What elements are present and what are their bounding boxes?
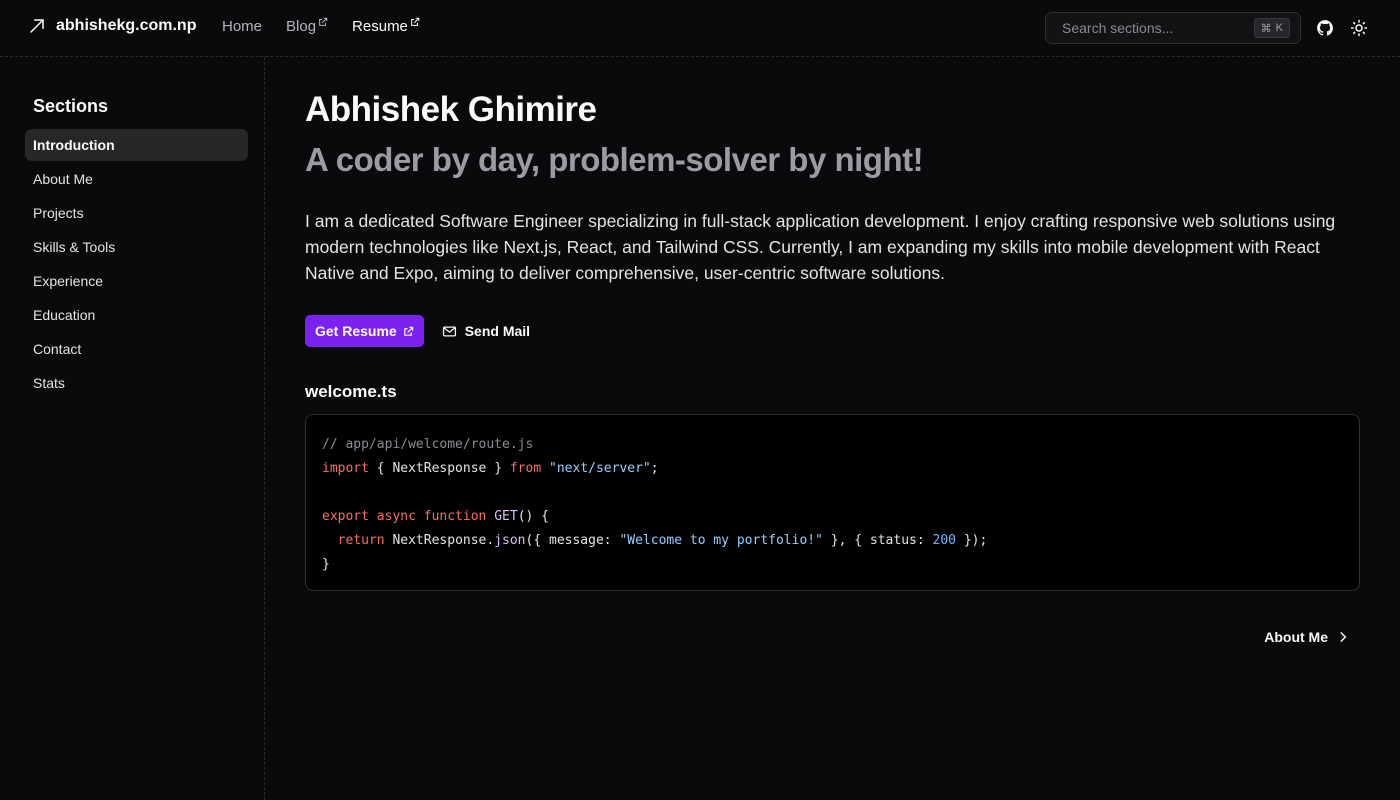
send-mail-label: Send Mail bbox=[464, 323, 531, 339]
nav-blog[interactable]: Blog bbox=[286, 17, 328, 35]
brand-link[interactable]: abhishekg.com.np bbox=[28, 17, 196, 35]
code-from-keyword: from bbox=[509, 461, 542, 476]
search-input[interactable] bbox=[1062, 20, 1252, 36]
search-shortcut-badge: ⌘ K bbox=[1253, 18, 1290, 38]
code-import-names: { NextResponse } bbox=[368, 461, 510, 476]
nav-home-label: Home bbox=[222, 18, 263, 35]
code-import-keyword: import bbox=[322, 461, 369, 476]
code-message-string: "Welcome to my portfolio!" bbox=[619, 533, 823, 548]
code-status-number: 200 bbox=[932, 533, 956, 548]
code-file-title: welcome.ts bbox=[305, 382, 397, 401]
hero-actions: Get Resume Send Mail bbox=[305, 315, 530, 347]
arrow-up-right-icon bbox=[30, 19, 44, 33]
code-block: // app/api/welcome/route.js import { Nex… bbox=[305, 414, 1360, 591]
code-function-name: GET bbox=[494, 509, 518, 524]
intro-paragraph: I am a dedicated Software Engineer speci… bbox=[305, 211, 1336, 283]
theme-toggle-button[interactable] bbox=[1350, 19, 1368, 37]
sidebar-item-projects[interactable]: Projects bbox=[25, 197, 248, 229]
github-button[interactable] bbox=[1316, 19, 1334, 37]
sections-sidebar: Sections Introduction About Me Projects … bbox=[0, 57, 265, 800]
code-close-brace: } bbox=[322, 557, 330, 572]
code-return-keyword: return bbox=[337, 533, 385, 548]
search-box[interactable]: ⌘ K bbox=[1045, 12, 1301, 44]
code-return-args-b: }, { status: bbox=[822, 533, 933, 548]
shortcut-key: K bbox=[1275, 22, 1283, 34]
sidebar-item-contact[interactable]: Contact bbox=[25, 333, 248, 365]
sun-icon bbox=[1350, 19, 1368, 37]
brand-name: abhishekg.com.np bbox=[56, 17, 197, 34]
nav-resume[interactable]: Resume bbox=[352, 17, 420, 35]
chevron-right-icon bbox=[1340, 632, 1347, 642]
sidebar-item-experience[interactable]: Experience bbox=[25, 265, 248, 297]
next-section-link[interactable]: About Me bbox=[1264, 629, 1350, 645]
mail-icon bbox=[442, 326, 456, 336]
github-icon bbox=[1317, 20, 1333, 36]
get-resume-button[interactable]: Get Resume bbox=[305, 315, 424, 347]
top-header: abhishekg.com.np Home Blog Resume ⌘ K bbox=[0, 0, 1400, 57]
nav-blog-label: Blog bbox=[286, 18, 317, 35]
next-section-label: About Me bbox=[1264, 629, 1328, 645]
sidebar-title: Sections bbox=[33, 96, 109, 116]
code-export-keyword: export async function bbox=[322, 509, 487, 524]
nav-resume-label: Resume bbox=[352, 18, 408, 35]
code-return-args-c: }); bbox=[956, 533, 988, 548]
external-link-icon bbox=[403, 326, 413, 336]
code-return-args-a: ({ message: bbox=[525, 533, 620, 548]
page-title: Abhishek Ghimire bbox=[305, 90, 597, 129]
sidebar-item-skills-tools[interactable]: Skills & Tools bbox=[25, 231, 248, 263]
get-resume-label: Get Resume bbox=[315, 323, 397, 339]
code-module-string: "next/server" bbox=[549, 461, 651, 476]
code-return-object: NextResponse. bbox=[392, 533, 495, 548]
sidebar-item-introduction[interactable]: Introduction bbox=[25, 129, 248, 161]
code-comment: // app/api/welcome/route.js bbox=[322, 437, 534, 452]
code-function-signature: () { bbox=[517, 509, 549, 524]
page-tagline: A coder by day, problem-solver by night! bbox=[305, 141, 924, 178]
external-link-icon bbox=[411, 17, 420, 26]
sidebar-list: Introduction About Me Projects Skills & … bbox=[25, 129, 248, 401]
sidebar-item-about-me[interactable]: About Me bbox=[25, 163, 248, 195]
send-mail-button[interactable]: Send Mail bbox=[442, 315, 530, 347]
code-return-method: json bbox=[494, 533, 526, 548]
command-key-icon: ⌘ bbox=[1260, 22, 1272, 35]
main-nav: Home Blog Resume bbox=[222, 17, 420, 35]
external-link-icon bbox=[319, 17, 328, 26]
sidebar-item-stats[interactable]: Stats bbox=[25, 367, 248, 399]
sidebar-item-education[interactable]: Education bbox=[25, 299, 248, 331]
nav-home[interactable]: Home bbox=[222, 18, 262, 35]
